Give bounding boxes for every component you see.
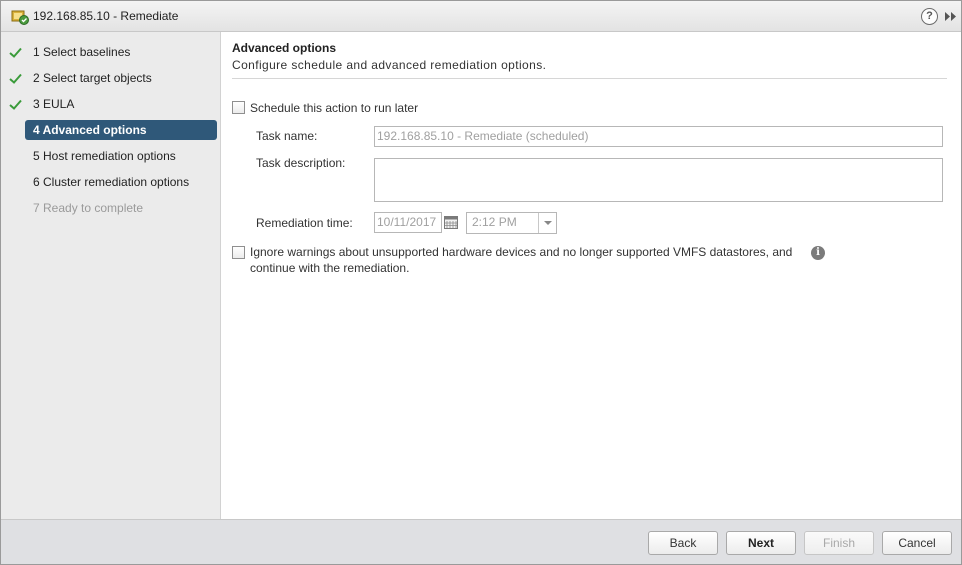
step-select-target-objects[interactable]: 2 Select target objects [25, 68, 217, 88]
help-icon[interactable]: ? [921, 8, 938, 25]
task-description-label: Task description: [256, 156, 346, 170]
step-select-baselines[interactable]: 1 Select baselines [25, 42, 217, 62]
dialog-footer: Back Next Finish Cancel [1, 519, 961, 564]
page-description: Configure schedule and advanced remediat… [232, 58, 547, 72]
task-name-input[interactable]: 192.168.85.10 - Remediate (scheduled) [374, 126, 943, 147]
step-ready-to-complete: 7 Ready to complete [33, 201, 144, 215]
wizard-steps-sidebar: 1 Select baselines 2 Select target objec… [1, 32, 221, 519]
remediation-date-input[interactable]: 10/11/2017 [374, 212, 442, 233]
ignore-warnings-label: Ignore warnings about unsupported hardwa… [250, 245, 793, 259]
back-button[interactable]: Back [648, 531, 718, 555]
step-host-remediation-options[interactable]: 5 Host remediation options [25, 146, 217, 166]
page-title: Advanced options [232, 41, 337, 55]
cancel-button[interactable]: Cancel [882, 531, 952, 555]
remediate-dialog: 192.168.85.10 - Remediate ? 1 Select bas… [0, 0, 962, 565]
task-name-label: Task name: [256, 129, 318, 143]
finish-button: Finish [804, 531, 874, 555]
next-button[interactable]: Next [726, 531, 796, 555]
remediation-time-label: Remediation time: [256, 216, 353, 230]
update-manager-icon [11, 10, 29, 25]
time-value: 2:12 PM [472, 215, 517, 229]
schedule-label: Schedule this action to run later [250, 101, 419, 115]
remediation-time-select[interactable]: 2:12 PM [466, 212, 557, 234]
check-icon [9, 99, 22, 110]
advanced-options-panel: Advanced options Configure schedule and … [222, 32, 961, 519]
chevron-down-icon[interactable] [538, 213, 556, 233]
ignore-warnings-checkbox[interactable] [232, 246, 245, 259]
step-cluster-remediation-options[interactable]: 6 Cluster remediation options [25, 172, 217, 192]
step-eula[interactable]: 3 EULA [25, 94, 217, 114]
title-bar: 192.168.85.10 - Remediate ? [1, 1, 961, 32]
calendar-icon[interactable] [444, 216, 458, 229]
expand-icon[interactable] [944, 11, 958, 22]
schedule-checkbox[interactable] [232, 101, 245, 114]
check-icon [9, 47, 22, 58]
check-icon [9, 73, 22, 84]
divider [232, 78, 947, 79]
step-advanced-options[interactable]: 4 Advanced options [25, 120, 217, 140]
ignore-warnings-label-continued: continue with the remediation. [250, 261, 410, 275]
dialog-title: 192.168.85.10 - Remediate [33, 9, 179, 23]
info-icon[interactable]: i [811, 246, 825, 260]
task-description-input[interactable] [374, 158, 943, 202]
